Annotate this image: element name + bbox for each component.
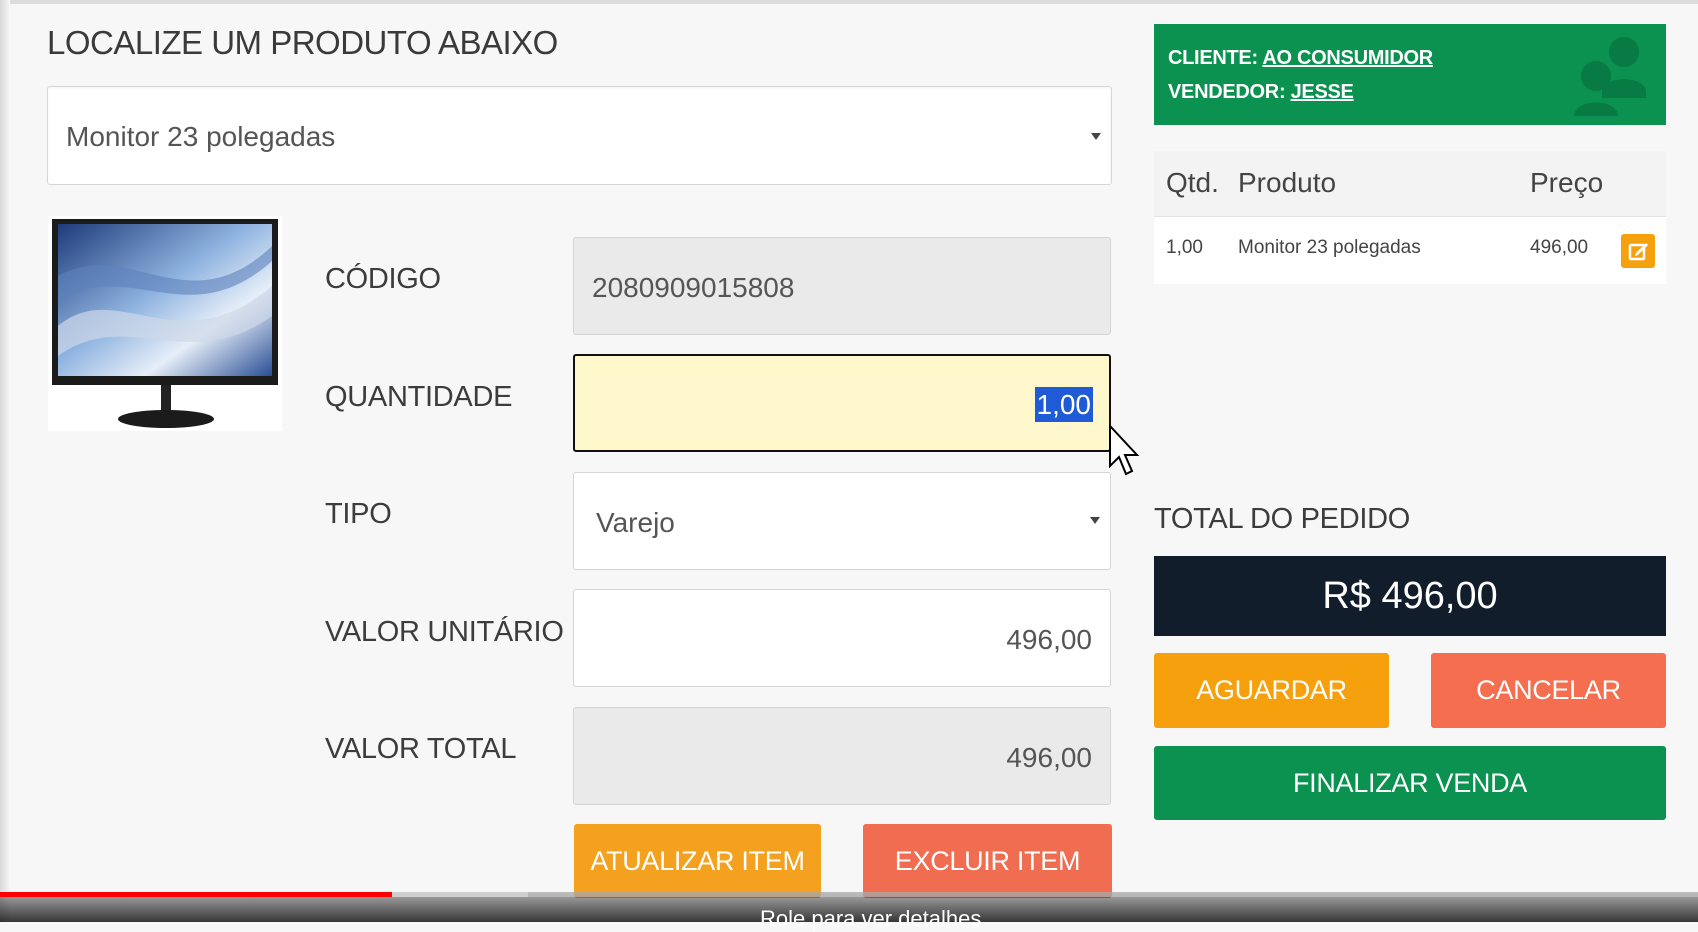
cliente-line: CLIENTE: AO CONSUMIDOR	[1168, 47, 1433, 70]
product-select-value: Monitor 23 polegadas	[66, 121, 336, 152]
tipo-select[interactable]: Varejo	[573, 472, 1111, 570]
cancelar-button[interactable]: CANCELAR	[1431, 653, 1666, 728]
vendedor-prefix: VENDEDOR:	[1168, 81, 1286, 103]
codigo-label: CÓDIGO	[325, 263, 441, 295]
valor-total-field: 496,00	[573, 707, 1111, 805]
valor-unitario-label: VALOR UNITÁRIO	[325, 616, 564, 648]
top-edge	[0, 0, 1698, 4]
edit-icon	[1628, 243, 1648, 261]
product-select[interactable]: Monitor 23 polegadas	[47, 86, 1112, 185]
quantidade-value: 1,00	[1034, 387, 1093, 422]
header-qtd: Qtd.	[1166, 167, 1219, 198]
row-produto: Monitor 23 polegadas	[1238, 237, 1421, 258]
edit-item-button[interactable]	[1621, 234, 1655, 268]
search-heading: LOCALIZE UM PRODUTO ABAIXO	[47, 24, 558, 61]
users-icon	[1574, 37, 1646, 116]
video-progress-bar[interactable]	[0, 892, 392, 897]
cliente-link[interactable]: AO CONSUMIDOR	[1262, 47, 1433, 69]
chevron-down-icon	[1091, 133, 1101, 140]
valor-total-label: VALOR TOTAL	[325, 733, 517, 765]
cliente-prefix: CLIENTE:	[1168, 47, 1258, 69]
row-preco: 496,00	[1530, 237, 1589, 258]
total-value: R$ 496,00	[1154, 556, 1666, 636]
vendedor-link[interactable]: JESSE	[1291, 81, 1354, 103]
items-table-header: Qtd. Produto Preço	[1154, 151, 1666, 217]
left-edge	[0, 0, 10, 922]
client-panel: CLIENTE: AO CONSUMIDOR VENDEDOR: JESSE	[1154, 24, 1666, 125]
quantidade-label: QUANTIDADE	[325, 381, 513, 413]
vendedor-line: VENDEDOR: JESSE	[1168, 81, 1354, 104]
valor-unitario-field[interactable]: 496,00	[573, 589, 1111, 687]
tipo-label: TIPO	[325, 498, 392, 530]
total-label: TOTAL DO PEDIDO	[1154, 503, 1411, 535]
chevron-down-icon	[1090, 517, 1100, 524]
items-table: Qtd. Produto Preço 1,00 Monitor 23 poleg…	[1154, 151, 1666, 284]
atualizar-item-button[interactable]: ATUALIZAR ITEM	[574, 824, 821, 898]
scroll-hint: Role para ver detalhes	[760, 906, 982, 931]
monitor-image-icon	[52, 219, 278, 428]
header-preco: Preço	[1530, 167, 1604, 198]
valor-total-value: 496,00	[1006, 742, 1092, 773]
quantidade-field[interactable]: 1,00	[573, 354, 1111, 452]
excluir-item-button[interactable]: EXCLUIR ITEM	[863, 824, 1112, 898]
finalizar-venda-button[interactable]: FINALIZAR VENDA	[1154, 746, 1666, 820]
codigo-field: 2080909015808	[573, 237, 1111, 335]
mouse-cursor-icon	[1109, 424, 1140, 476]
aguardar-button[interactable]: AGUARDAR	[1154, 653, 1389, 728]
row-qtd: 1,00	[1166, 237, 1203, 258]
header-produto: Produto	[1238, 167, 1337, 198]
product-image	[48, 216, 282, 431]
valor-unitario-value: 496,00	[1006, 624, 1092, 655]
codigo-value: 2080909015808	[592, 272, 795, 303]
tipo-value: Varejo	[596, 507, 675, 538]
